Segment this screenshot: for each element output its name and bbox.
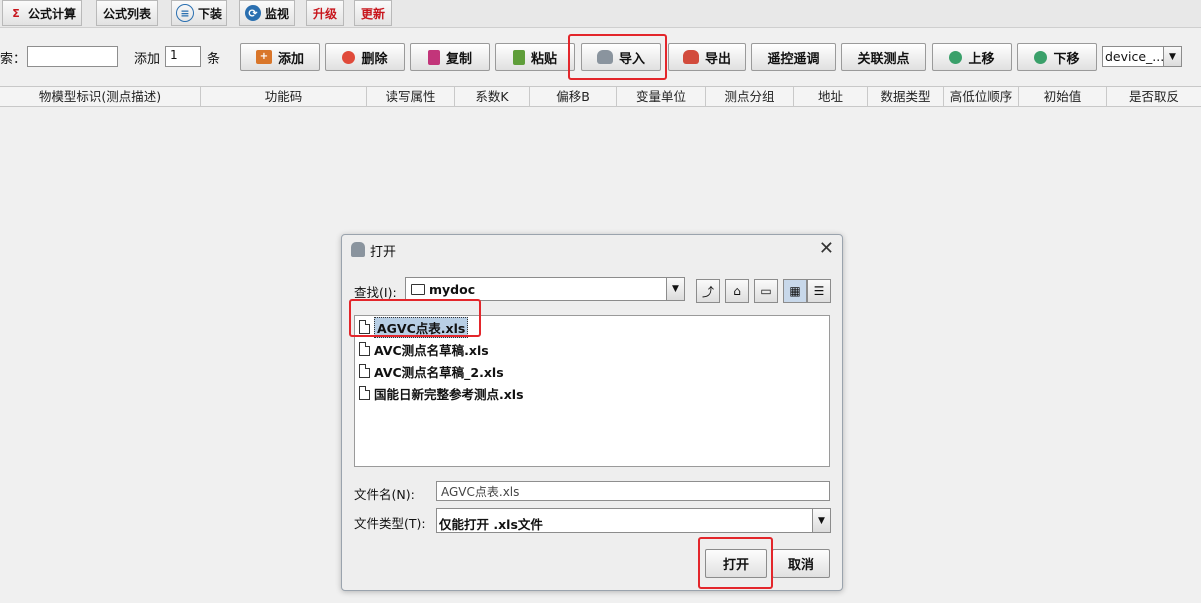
file-icon	[359, 342, 370, 356]
cancel-button[interactable]: 取消	[772, 549, 830, 578]
file-item[interactable]: AVC测点名草稿_2.xls	[359, 361, 504, 381]
filename-input[interactable]: AGVC点表.xls	[436, 481, 830, 501]
top-toolbar: Σ 公式计算 公式列表 ≡ 下装 ⟳ 监视 升级 更新	[0, 0, 1201, 28]
formula-calc-label: 公式计算	[27, 6, 76, 21]
file-icon	[359, 364, 370, 378]
copy-icon	[427, 49, 440, 65]
delete-button[interactable]: 删除	[325, 43, 405, 71]
search-label: 索：	[0, 52, 27, 67]
database-icon	[351, 242, 365, 257]
new-folder-icon[interactable]: ▭	[754, 279, 778, 303]
lookin-combo[interactable]: mydoc ▼	[405, 277, 685, 301]
download-label: 下装	[197, 6, 222, 21]
delete-button-label: 删除	[361, 51, 388, 67]
list-view-icon[interactable]: ▦	[783, 279, 807, 303]
add-count-label: 添加	[134, 52, 161, 67]
file-item[interactable]: 国能日新完整参考测点.xls	[359, 383, 524, 403]
filetype-value: 仅能打开 .xls文件	[439, 517, 543, 532]
remote-control-button[interactable]: 遥控遥调	[751, 43, 836, 71]
column-header[interactable]: 数据类型	[868, 87, 944, 107]
copy-button[interactable]: 复制	[410, 43, 490, 71]
monitor-button[interactable]: ⟳ 监视	[239, 0, 295, 26]
update-button[interactable]: 更新	[354, 0, 392, 26]
column-header[interactable]: 读写属性	[367, 87, 455, 107]
add-icon: +	[255, 50, 272, 64]
arrow-down-icon	[1034, 50, 1048, 64]
column-header[interactable]: 偏移B	[530, 87, 617, 107]
paste-icon	[512, 49, 525, 65]
column-header[interactable]: 系数K	[455, 87, 530, 107]
link-points-button[interactable]: 关联测点	[841, 43, 926, 71]
delete-icon	[342, 50, 356, 64]
search-input[interactable]	[27, 46, 118, 67]
device-select[interactable]: device_... ▼	[1102, 46, 1182, 67]
import-highlight	[568, 34, 667, 80]
column-header[interactable]: 测点分组	[706, 87, 794, 107]
open-highlight	[698, 537, 773, 589]
move-up-label: 上移	[968, 51, 995, 67]
file-name: AVC测点名草稿_2.xls	[374, 364, 504, 380]
add-button[interactable]: + 添加	[240, 43, 320, 71]
add-count-input[interactable]: 1	[165, 46, 201, 67]
column-header[interactable]: 变量单位	[617, 87, 706, 107]
remote-control-label: 遥控遥调	[767, 51, 820, 67]
column-header[interactable]: 初始值	[1019, 87, 1107, 107]
arrow-up-icon	[949, 50, 963, 64]
folder-icon	[411, 284, 425, 295]
list-icon: ≡	[175, 4, 194, 22]
formula-list-button[interactable]: 公式列表	[96, 0, 158, 26]
export-button[interactable]: 导出	[668, 43, 746, 71]
table-header: 物模型标识(测点描述) 功能码 读写属性 系数K 偏移B 变量单位 测点分组 地…	[0, 86, 1201, 107]
upgrade-label: 升级	[312, 6, 337, 21]
column-header[interactable]: 功能码	[201, 87, 367, 107]
device-select-value: device_...	[1105, 49, 1165, 64]
sigma-icon: Σ	[12, 6, 20, 20]
lookin-value: mydoc	[429, 282, 476, 297]
filetype-label: 文件类型(T):	[354, 516, 426, 531]
add-unit-label: 条	[207, 52, 221, 67]
dialog-title: 打开	[370, 245, 397, 260]
upgrade-button[interactable]: 升级	[306, 0, 344, 26]
file-name: 国能日新完整参考测点.xls	[374, 386, 524, 402]
copy-button-label: 复制	[445, 51, 472, 67]
close-icon[interactable]: ✕	[819, 238, 834, 259]
file-icon	[359, 386, 370, 400]
file-list: AGVC点表.xls AVC测点名草稿.xls AVC测点名草稿_2.xls 国…	[354, 315, 830, 467]
file-highlight	[349, 299, 481, 337]
add-button-label: 添加	[277, 51, 304, 67]
file-item[interactable]: AVC测点名草稿.xls	[359, 339, 489, 359]
formula-calc-button[interactable]: Σ 公式计算	[2, 0, 82, 26]
link-points-label: 关联测点	[857, 51, 910, 67]
update-label: 更新	[360, 6, 385, 21]
database-export-icon	[682, 50, 699, 64]
move-up-button[interactable]: 上移	[932, 43, 1012, 71]
move-down-button[interactable]: 下移	[1017, 43, 1097, 71]
move-down-label: 下移	[1053, 51, 1080, 67]
export-button-label: 导出	[704, 51, 731, 67]
filetype-combo[interactable]: 仅能打开 .xls文件 ▼	[436, 508, 831, 533]
file-name: AVC测点名草稿.xls	[374, 342, 489, 358]
download-button[interactable]: ≡ 下装	[171, 0, 227, 26]
column-header[interactable]: 地址	[794, 87, 868, 107]
home-icon[interactable]: ⌂	[725, 279, 749, 303]
paste-button[interactable]: 粘贴	[495, 43, 575, 71]
monitor-label: 监视	[264, 6, 289, 21]
column-header[interactable]: 物模型标识(测点描述)	[0, 87, 201, 107]
chevron-down-icon: ▼	[1163, 47, 1181, 66]
chevron-down-icon: ▼	[666, 278, 684, 300]
chevron-down-icon: ▼	[812, 509, 830, 532]
paste-button-label: 粘贴	[530, 51, 557, 67]
column-header[interactable]: 是否取反	[1107, 87, 1201, 107]
filename-label: 文件名(N):	[354, 487, 415, 502]
up-folder-icon[interactable]: ⤴	[696, 279, 720, 303]
column-header[interactable]: 高低位顺序	[944, 87, 1019, 107]
formula-list-label: 公式列表	[102, 6, 151, 21]
details-view-icon[interactable]: ☰	[807, 279, 831, 303]
monitor-icon: ⟳	[244, 5, 261, 21]
